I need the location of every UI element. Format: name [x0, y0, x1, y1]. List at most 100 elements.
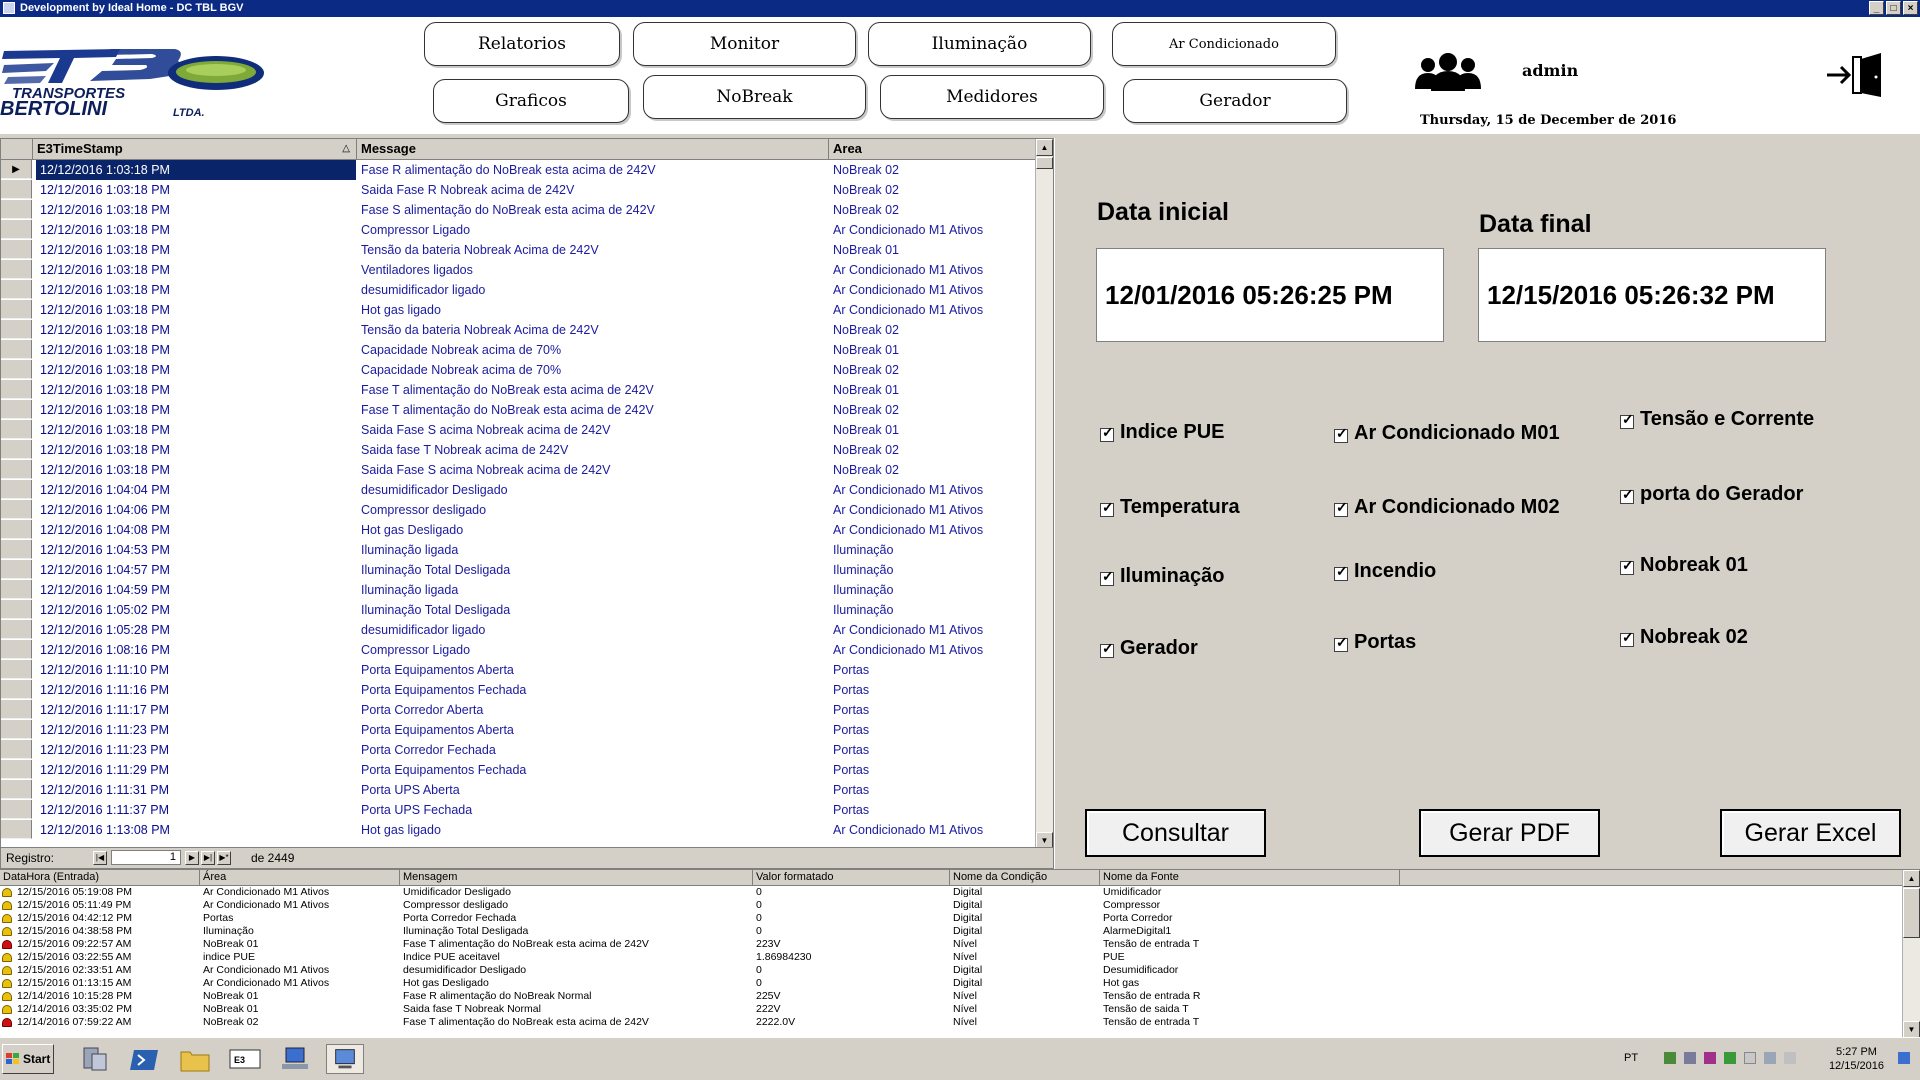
row-selector[interactable]: [1, 260, 32, 279]
scroll-thumb[interactable]: [1036, 157, 1053, 169]
minimize-button[interactable]: _: [1869, 1, 1884, 15]
table-row[interactable]: 12/12/2016 1:13:08 PM Hot gas ligado Ar Co…: [1, 820, 1035, 840]
table-row[interactable]: 12/12/2016 1:03:18 PM Hot gas ligado Ar Co…: [1, 300, 1035, 320]
table-row[interactable]: 12/12/2016 1:03:18 PM Tensão da bateria N…: [1, 240, 1035, 260]
table-row[interactable]: 12/12/2016 1:04:06 PM Compressor desligad…: [1, 500, 1035, 520]
table-row[interactable]: 12/12/2016 1:03:18 PM Tensão da bateria N…: [1, 320, 1035, 340]
alarm-row[interactable]: 12/15/2016 05:19:08 PM Ar Condicionado M1…: [0, 886, 1902, 899]
row-selector[interactable]: [1, 820, 32, 839]
nav-nobreak-button[interactable]: NoBreak: [643, 75, 866, 119]
tray-app-icon[interactable]: [1684, 1052, 1696, 1064]
alarm-column-valor[interactable]: Valor formatado: [753, 870, 950, 885]
table-row[interactable]: 12/12/2016 1:04:53 PM Iluminação ligada Il…: [1, 540, 1035, 560]
table-row[interactable]: 12/12/2016 1:03:18 PM Capacidade Nobreak …: [1, 360, 1035, 380]
row-selector[interactable]: [1, 200, 32, 219]
table-row[interactable]: 12/12/2016 1:11:17 PM Porta Corredor Aber…: [1, 700, 1035, 720]
column-header-timestamp[interactable]: E3TimeStamp △: [33, 139, 357, 159]
table-row[interactable]: 12/12/2016 1:08:16 PM Compressor Ligado Ar…: [1, 640, 1035, 660]
row-selector[interactable]: [1, 600, 32, 619]
checkbox-checked-icon[interactable]: [1620, 411, 1634, 429]
table-row[interactable]: ▶ 12/12/2016 1:03:18 PM Fase R alimentação…: [1, 160, 1035, 180]
row-selector[interactable]: [1, 420, 32, 439]
close-button[interactable]: ×: [1903, 1, 1918, 15]
last-record-icon[interactable]: ▶|: [201, 851, 215, 865]
alarm-row[interactable]: 12/15/2016 02:33:51 AM Ar Condicionado M1…: [0, 964, 1902, 977]
table-row[interactable]: 12/12/2016 1:03:18 PM Ventiladores ligado…: [1, 260, 1035, 280]
row-selector[interactable]: [1, 560, 32, 579]
first-record-icon[interactable]: |◀: [93, 851, 107, 865]
alarm-column-mensagem[interactable]: Mensagem: [400, 870, 753, 885]
tray-volume-icon[interactable]: [1784, 1052, 1796, 1064]
table-row[interactable]: 12/12/2016 1:04:59 PM Iluminação ligada Il…: [1, 580, 1035, 600]
start-button[interactable]: Start: [2, 1044, 54, 1074]
data-final-input[interactable]: 12/15/2016 05:26:32 PM: [1478, 248, 1826, 342]
checkbox-porta-gerador[interactable]: porta do Gerador: [1620, 483, 1803, 506]
checkbox-checked-icon[interactable]: [1334, 499, 1348, 517]
table-row[interactable]: 12/12/2016 1:05:02 PM Iluminação Total De…: [1, 600, 1035, 620]
checkbox-ar-condicionado-m01[interactable]: Ar Condicionado M01: [1334, 422, 1560, 445]
alarm-column-condicao[interactable]: Nome da Condição: [950, 870, 1100, 885]
alarm-row[interactable]: 12/15/2016 01:13:15 AM Ar Condicionado M1…: [0, 977, 1902, 990]
checkbox-incendio[interactable]: Incendio: [1334, 560, 1436, 583]
row-selector[interactable]: [1, 380, 32, 399]
row-selector[interactable]: [1, 320, 32, 339]
checkbox-checked-icon[interactable]: [1334, 634, 1348, 652]
file-explorer-icon[interactable]: [178, 1044, 212, 1074]
alarm-scroll-thumb[interactable]: [1903, 888, 1920, 938]
table-row[interactable]: 12/12/2016 1:05:28 PM desumidificador lig…: [1, 620, 1035, 640]
checkbox-checked-icon[interactable]: [1100, 640, 1114, 658]
checkbox-checked-icon[interactable]: [1334, 563, 1348, 581]
nav-iluminacao-button[interactable]: Iluminação: [868, 22, 1091, 66]
checkbox-gerador[interactable]: Gerador: [1100, 637, 1198, 660]
language-indicator[interactable]: PT: [1624, 1052, 1638, 1064]
row-selector[interactable]: [1, 640, 32, 659]
alarm-row[interactable]: 12/15/2016 04:38:58 PM Iluminação Iluminaç…: [0, 925, 1902, 938]
powershell-icon[interactable]: [128, 1044, 162, 1074]
table-row[interactable]: 12/12/2016 1:03:18 PM Fase S alimentação …: [1, 200, 1035, 220]
table-row[interactable]: 12/12/2016 1:11:23 PM Porta Corredor Fech…: [1, 740, 1035, 760]
row-selector[interactable]: [1, 540, 32, 559]
row-selector[interactable]: [1, 700, 32, 719]
row-selector[interactable]: [1, 620, 32, 639]
nav-ar-condicionado-button[interactable]: Ar Condicionado: [1112, 22, 1336, 66]
checkbox-checked-icon[interactable]: [1100, 499, 1114, 517]
row-selector[interactable]: [1, 660, 32, 679]
checkbox-iluminacao[interactable]: Iluminação: [1100, 565, 1224, 588]
alarm-scroll-up-icon[interactable]: ▲: [1903, 870, 1920, 887]
row-selector[interactable]: [1, 400, 32, 419]
nav-monitor-button[interactable]: Monitor: [633, 22, 856, 66]
row-selector[interactable]: [1, 720, 32, 739]
next-record-icon[interactable]: ▶: [185, 851, 199, 865]
row-selector[interactable]: [1, 580, 32, 599]
checkbox-tensao-corrente[interactable]: Tensão e Corrente: [1620, 408, 1814, 431]
row-selector[interactable]: [1, 180, 32, 199]
new-record-icon[interactable]: ▶*: [217, 851, 231, 865]
row-selector[interactable]: [1, 240, 32, 259]
data-inicial-input[interactable]: 12/01/2016 05:26:25 PM: [1096, 248, 1444, 342]
network-computer-icon[interactable]: [278, 1044, 312, 1074]
table-row[interactable]: 12/12/2016 1:03:18 PM Compressor Ligado Ar…: [1, 220, 1035, 240]
row-selector[interactable]: [1, 220, 32, 239]
current-row-indicator-icon[interactable]: ▶: [1, 160, 32, 179]
tray-clock[interactable]: 5:27 PM 12/15/2016: [1829, 1045, 1884, 1073]
checkbox-ar-condicionado-m02[interactable]: Ar Condicionado M02: [1334, 496, 1560, 519]
tray-security-icon[interactable]: [1724, 1052, 1736, 1064]
show-desktop-icon[interactable]: [1898, 1052, 1910, 1064]
table-row[interactable]: 12/12/2016 1:03:18 PM Saida Fase S acima …: [1, 420, 1035, 440]
row-selector[interactable]: [1, 800, 32, 819]
alarm-row[interactable]: 12/14/2016 10:15:28 PM NoBreak 01 Fase R a…: [0, 990, 1902, 1003]
alarm-vertical-scrollbar[interactable]: ▲ ▼: [1902, 870, 1920, 1038]
table-row[interactable]: 12/12/2016 1:03:18 PM Saida Fase S acima …: [1, 460, 1035, 480]
tray-alert-icon[interactable]: [1704, 1052, 1716, 1064]
row-selector[interactable]: [1, 680, 32, 699]
gerar-excel-button[interactable]: Gerar Excel: [1720, 809, 1901, 857]
table-row[interactable]: 12/12/2016 1:11:31 PM Porta UPS Aberta Por…: [1, 780, 1035, 800]
record-number-input[interactable]: 1: [111, 850, 181, 865]
viewer-app-icon[interactable]: [326, 1044, 364, 1074]
row-selector[interactable]: [1, 300, 32, 319]
checkbox-indice-pue[interactable]: Indice PUE: [1100, 421, 1224, 444]
table-row[interactable]: 12/12/2016 1:03:18 PM desumidificador lig…: [1, 280, 1035, 300]
checkbox-checked-icon[interactable]: [1620, 557, 1634, 575]
table-row[interactable]: 12/12/2016 1:11:16 PM Porta Equipamentos …: [1, 680, 1035, 700]
tray-network-icon[interactable]: [1664, 1052, 1676, 1064]
